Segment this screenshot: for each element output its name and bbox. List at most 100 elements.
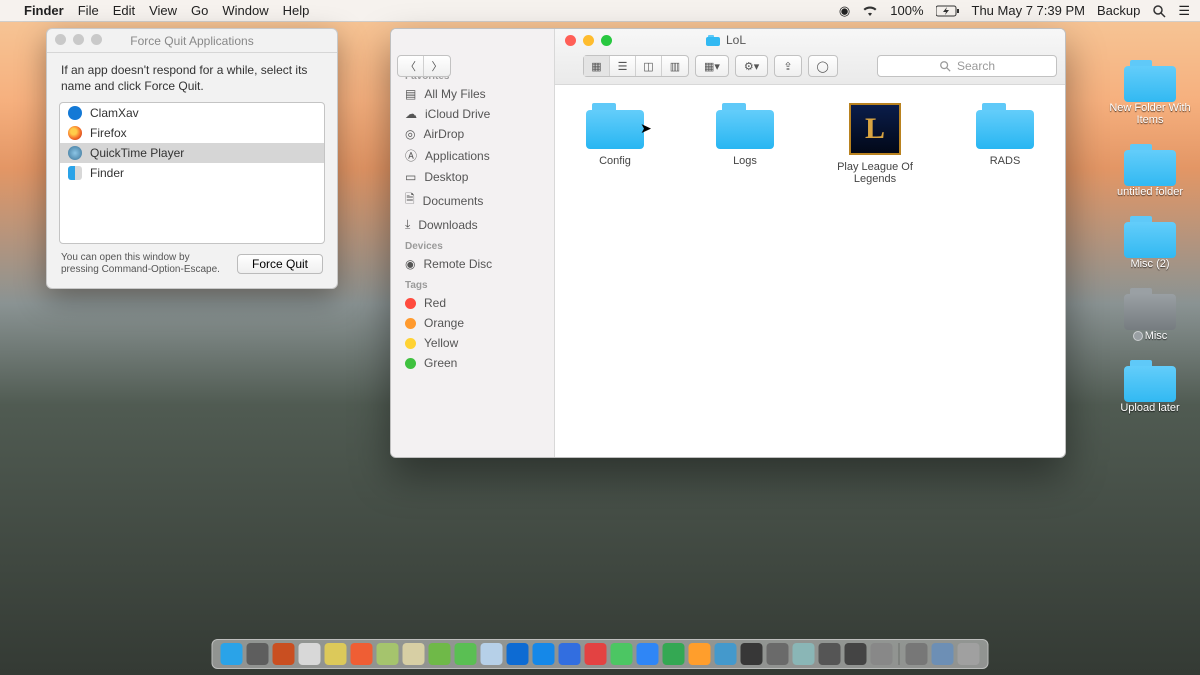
search-field[interactable]: Search — [877, 55, 1057, 77]
dock-app-icon[interactable] — [932, 643, 954, 665]
force-quit-title: Force Quit Applications — [130, 34, 253, 48]
arrange-button[interactable]: ▦▾ — [695, 55, 729, 77]
folder-icon — [1124, 216, 1176, 258]
dock-app-icon[interactable] — [351, 643, 373, 665]
minimize-button[interactable] — [73, 34, 84, 45]
sidebar-tag-yellow[interactable]: Yellow — [391, 333, 554, 353]
dock-app-icon[interactable] — [906, 643, 928, 665]
window-controls — [55, 34, 102, 45]
finder-content[interactable]: Config Logs L Play League Of Legends RAD… — [555, 85, 1065, 457]
dock-app-icon[interactable] — [819, 643, 841, 665]
folder-item[interactable]: Config — [565, 103, 665, 439]
sidebar-item-desktop[interactable]: ▭Desktop — [391, 167, 554, 187]
dock-app-icon[interactable] — [715, 643, 737, 665]
sidebar-item-remotedisc[interactable]: ◉Remote Disc — [391, 254, 554, 274]
coverflow-view-button[interactable]: ▥ — [662, 56, 688, 76]
menu-view[interactable]: View — [149, 3, 177, 18]
sidebar-tag-green[interactable]: Green — [391, 353, 554, 373]
dock-app-icon[interactable] — [273, 643, 295, 665]
dock-app-icon[interactable] — [845, 643, 867, 665]
dock-app-icon[interactable] — [247, 643, 269, 665]
desktop-folder-label: untitled folder — [1117, 186, 1183, 198]
close-button[interactable] — [55, 34, 66, 45]
dock-app-icon[interactable] — [663, 643, 685, 665]
dock-app-icon[interactable] — [481, 643, 503, 665]
force-quit-button[interactable]: Force Quit — [237, 254, 323, 274]
dock-app-icon[interactable] — [507, 643, 529, 665]
desktop-folder[interactable]: Misc — [1104, 288, 1196, 342]
dock-app-icon[interactable] — [585, 643, 607, 665]
dock-app-icon[interactable] — [767, 643, 789, 665]
menu-window[interactable]: Window — [222, 3, 268, 18]
downloads-icon: ⤓ — [405, 217, 410, 232]
dock-app-icon[interactable] — [377, 643, 399, 665]
column-view-button[interactable]: ◫ — [636, 56, 662, 76]
notification-center-icon[interactable]: ☰ — [1178, 3, 1190, 19]
dock-app-icon[interactable] — [689, 643, 711, 665]
sidebar-item-documents[interactable]: 🗎Documents — [391, 187, 554, 214]
dock-app-icon[interactable] — [533, 643, 555, 665]
active-app-name[interactable]: Finder — [24, 3, 64, 18]
dock-app-icon[interactable] — [871, 643, 893, 665]
dock-app-icon[interactable] — [559, 643, 581, 665]
battery-charging-icon[interactable] — [936, 5, 960, 17]
menu-edit[interactable]: Edit — [113, 3, 135, 18]
wifi-icon[interactable] — [862, 5, 878, 17]
desktop-folder-label: Misc (2) — [1130, 258, 1169, 270]
item-label: Config — [599, 155, 631, 167]
dock-app-icon[interactable] — [403, 643, 425, 665]
dock-app-icon[interactable] — [741, 643, 763, 665]
list-view-button[interactable]: ☰ — [610, 56, 636, 76]
app-row[interactable]: Firefox — [60, 123, 324, 143]
menu-go[interactable]: Go — [191, 3, 208, 18]
app-item[interactable]: L Play League Of Legends — [825, 103, 925, 439]
spotlight-icon[interactable] — [1152, 4, 1166, 18]
dock-app-icon[interactable] — [455, 643, 477, 665]
desktop-folder[interactable]: Misc (2) — [1104, 216, 1196, 270]
item-label: Logs — [733, 155, 757, 167]
dock-app-icon[interactable] — [611, 643, 633, 665]
dock-app-icon[interactable] — [958, 643, 980, 665]
folder-item[interactable]: Logs — [695, 103, 795, 439]
dock-app-icon[interactable] — [637, 643, 659, 665]
desktop-folder[interactable]: untitled folder — [1104, 144, 1196, 198]
sidebar-item-icloud[interactable]: ☁︎iCloud Drive — [391, 104, 554, 124]
app-row[interactable]: Finder — [60, 163, 324, 183]
menu-file[interactable]: File — [78, 3, 99, 18]
action-button[interactable]: ⚙︎▾ — [735, 55, 768, 77]
force-quit-titlebar[interactable]: Force Quit Applications — [47, 29, 337, 53]
dock-app-icon[interactable] — [429, 643, 451, 665]
sidebar-tag-orange[interactable]: Orange — [391, 313, 554, 333]
menu-help[interactable]: Help — [283, 3, 310, 18]
icon-view-button[interactable]: ▦ — [584, 56, 610, 76]
dock-app-icon[interactable] — [221, 643, 243, 665]
share-button[interactable]: ⇪ — [774, 55, 801, 77]
battery-percent[interactable]: 100% — [890, 3, 923, 18]
sidebar-tag-red[interactable]: Red — [391, 293, 554, 313]
item-label: Play League Of Legends — [825, 161, 925, 185]
app-row[interactable]: ClamXav — [60, 103, 324, 123]
dock-app-icon[interactable] — [793, 643, 815, 665]
clock[interactable]: Thu May 7 7:39 PM — [972, 3, 1085, 18]
desktop-folder[interactable]: Upload later — [1104, 360, 1196, 414]
dock-app-icon[interactable] — [325, 643, 347, 665]
search-placeholder: Search — [957, 59, 995, 73]
forward-button[interactable]: 〉 — [424, 56, 450, 76]
sidebar-item-airdrop[interactable]: ◎AirDrop — [391, 124, 554, 144]
app-icon — [68, 126, 82, 140]
app-row-selected[interactable]: QuickTime Player — [60, 143, 324, 163]
dock-app-icon[interactable] — [299, 643, 321, 665]
sidebar-item-allmyfiles[interactable]: ▤All My Files — [391, 84, 554, 104]
sidebar-item-applications[interactable]: ⒶApplications — [391, 144, 554, 167]
sidebar-item-downloads[interactable]: ⤓Downloads — [391, 214, 554, 235]
back-button[interactable]: 〈 — [398, 56, 424, 76]
backup-menu[interactable]: Backup — [1097, 3, 1140, 18]
search-icon — [939, 60, 951, 72]
folder-item[interactable]: RADS — [955, 103, 1055, 439]
view-mode-switch: ▦ ☰ ◫ ▥ — [583, 55, 689, 77]
tags-button[interactable]: ◯ — [808, 55, 838, 77]
screen-record-icon[interactable]: ◉ — [839, 3, 850, 19]
sidebar-section-devices: Devices — [391, 235, 554, 254]
zoom-button[interactable] — [91, 34, 102, 45]
desktop-folder[interactable]: New Folder With Items — [1104, 60, 1196, 126]
